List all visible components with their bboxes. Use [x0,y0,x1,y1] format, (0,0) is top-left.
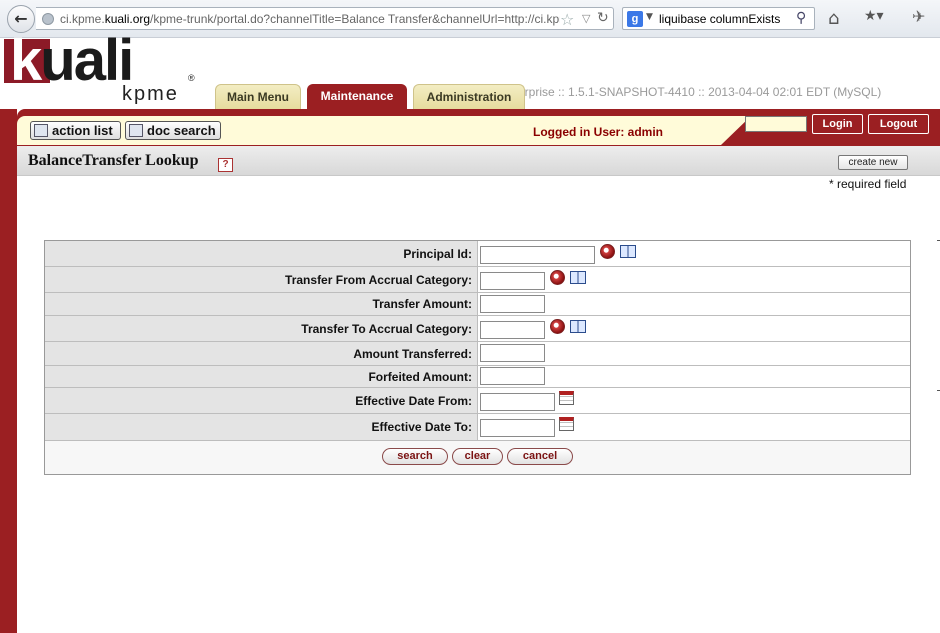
engine-dropdown-icon[interactable]: ▼ [646,12,653,22]
field-row-transfer-amount: Transfer Amount: [45,293,910,316]
globe-icon [42,13,54,25]
logo-wordmark: kuali [10,28,134,93]
transfer-from-input[interactable] [480,272,545,290]
search-icon[interactable]: ⚲ [796,10,806,26]
transfer-to-input[interactable] [480,321,545,339]
history-dropdown-icon[interactable]: ▽ [582,12,590,25]
transfer-to-search-icon[interactable] [550,319,565,334]
search-button[interactable]: search [382,448,448,465]
tab-maintenance[interactable]: Maintenance [307,84,407,109]
google-icon[interactable]: g [627,11,643,27]
tab-main-menu[interactable]: Main Menu [215,84,301,109]
effective-date-from-input[interactable] [480,393,555,411]
label-forfeited-amount: Forfeited Amount: [45,366,478,387]
addon-icon[interactable]: ✈ [912,7,925,26]
page-title: BalanceTransfer Lookup [28,152,199,169]
effective-date-to-input[interactable] [480,419,555,437]
lookup-form: Principal Id: Transfer From Accrual Cate… [44,240,911,475]
bookmark-star-icon[interactable]: ☆ [560,10,574,29]
login-field[interactable] [745,116,807,132]
page-title-bar: BalanceTransfer Lookup ? [17,146,940,176]
action-list-button[interactable]: action list [30,121,121,140]
field-row-principal-id: Principal Id: [45,241,910,267]
label-amount-transferred: Amount Transferred: [45,342,478,365]
cancel-button[interactable]: cancel [507,448,573,465]
version-info: erprise :: 1.5.1-SNAPSHOT-4410 :: 2013-0… [518,85,882,99]
help-icon[interactable]: ? [218,158,233,172]
bookmarks-menu-icon[interactable]: ★▾ [864,8,894,28]
calendar-from-icon[interactable] [559,391,574,405]
browser-toolbar: ← ci.kpme.kuali.org/kpme-trunk/portal.do… [0,0,940,38]
logo-registered: ® [188,73,195,83]
principal-lookup-search-icon[interactable] [600,244,615,259]
kuali-logo[interactable]: kuali ® kpme [2,28,197,107]
transfer-amount-input[interactable] [480,295,545,313]
principal-inquiry-book-icon[interactable] [620,245,636,258]
field-row-amount-transferred: Amount Transferred: [45,342,910,366]
label-transfer-amount: Transfer Amount: [45,293,478,315]
field-row-transfer-to: Transfer To Accrual Category: [45,316,910,342]
url-text: ci.kpme.kuali.org/kpme-trunk/portal.do?c… [60,12,560,26]
action-list-icon [34,124,48,137]
amount-transferred-input[interactable] [480,344,545,362]
forfeited-amount-input[interactable] [480,367,545,385]
doc-search-button[interactable]: doc search [125,121,221,140]
transfer-from-search-icon[interactable] [550,270,565,285]
clear-button[interactable]: clear [452,448,503,465]
logged-in-user: Logged in User: admin [533,125,664,139]
field-row-forfeited-amount: Forfeited Amount: [45,366,910,388]
label-transfer-from: Transfer From Accrual Category: [45,267,478,292]
calendar-to-icon[interactable] [559,417,574,431]
label-transfer-to: Transfer To Accrual Category: [45,316,478,341]
search-query[interactable]: liquibase columnExists [659,12,780,26]
transfer-from-book-icon[interactable] [570,271,586,284]
home-icon[interactable]: ⌂ [828,8,839,29]
field-row-transfer-from: Transfer From Accrual Category: [45,267,910,293]
left-red-stripe [0,109,17,633]
field-row-effective-date-to: Effective Date To: [45,414,910,441]
field-row-effective-date-from: Effective Date From: [45,388,910,414]
principal-id-input[interactable] [480,246,595,264]
transfer-to-book-icon[interactable] [570,320,586,333]
create-new-button[interactable]: create new [838,155,908,170]
browser-search-box[interactable]: g ▼ liquibase columnExists ⚲ [622,7,815,30]
required-field-note: * required field [829,177,907,191]
tab-administration[interactable]: Administration [413,84,525,109]
label-effective-date-from: Effective Date From: [45,388,478,413]
reload-icon[interactable]: ↻ [597,10,609,26]
logout-button[interactable]: Logout [868,114,929,134]
login-button[interactable]: Login [812,114,863,134]
logo-subtitle: kpme [122,83,179,105]
form-actions: search clear cancel [45,441,910,474]
label-principal-id: Principal Id: [45,241,478,266]
doc-search-icon [129,124,143,137]
label-effective-date-to: Effective Date To: [45,414,478,440]
